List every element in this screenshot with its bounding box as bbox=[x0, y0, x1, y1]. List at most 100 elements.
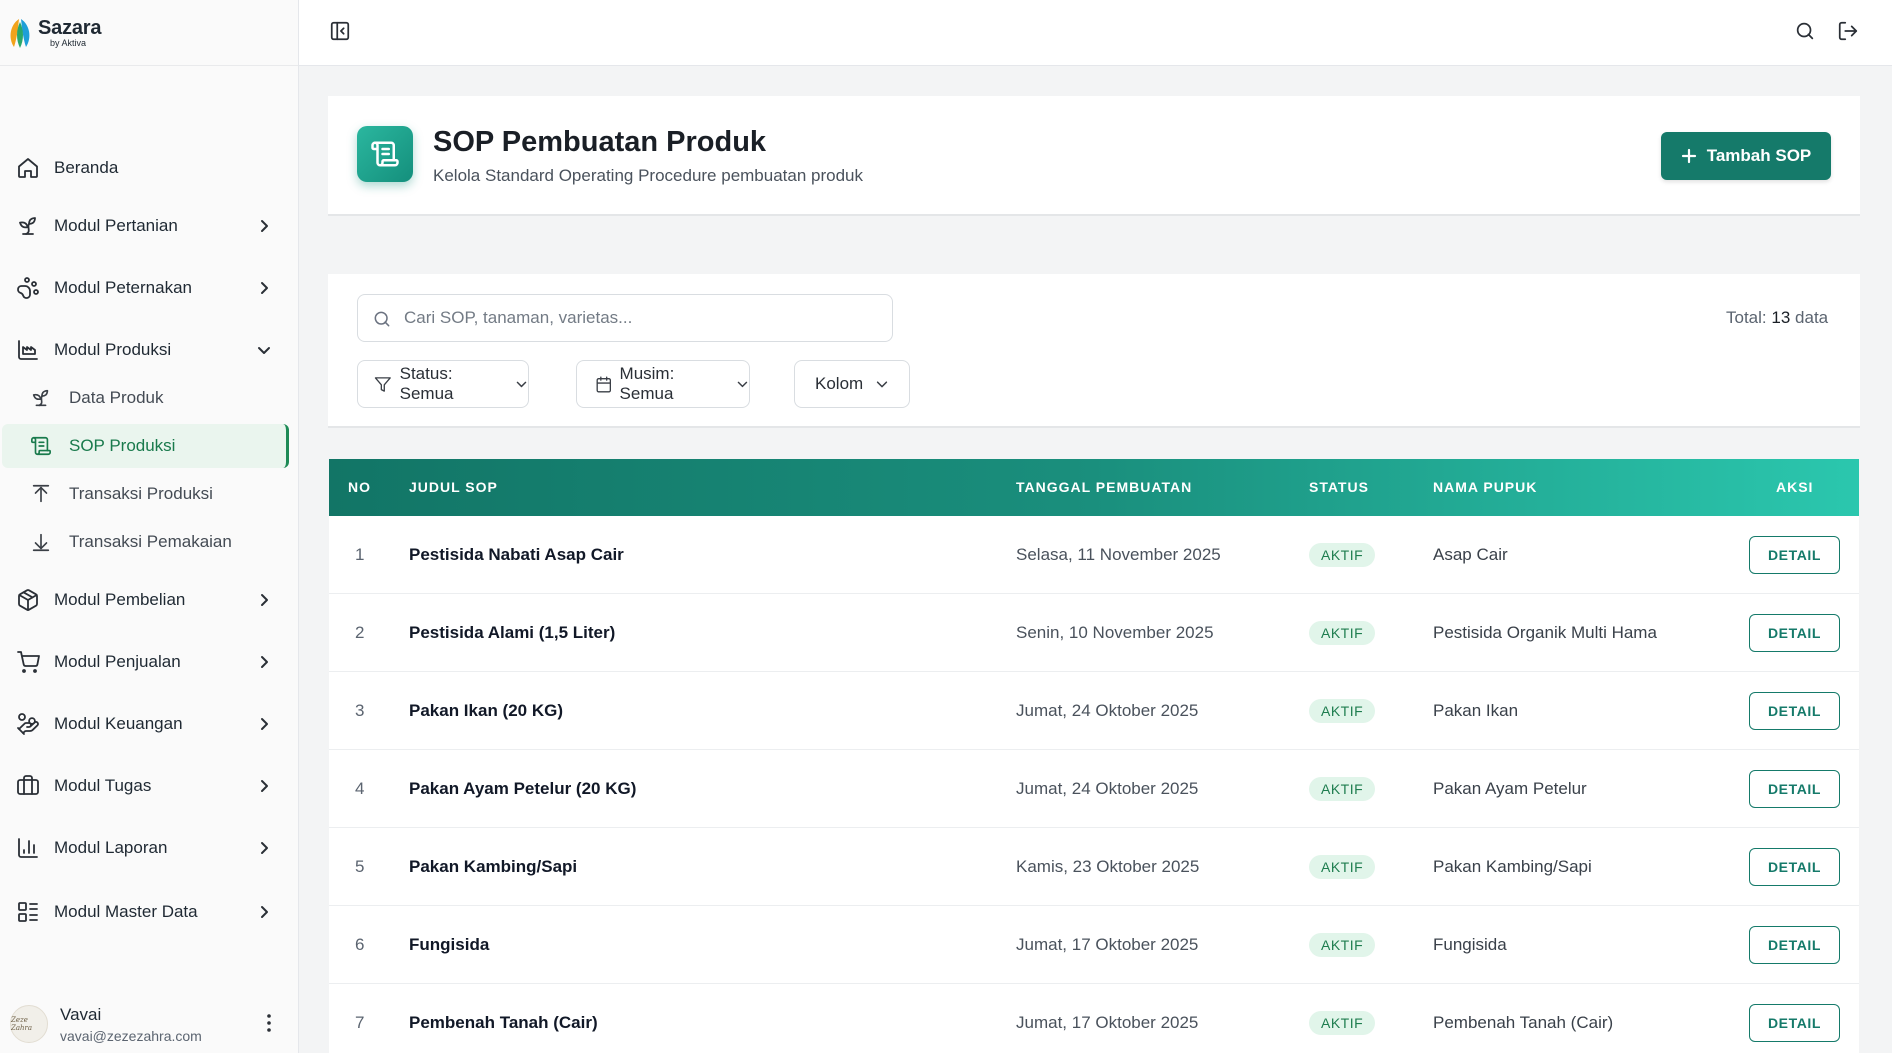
total-number: 13 bbox=[1771, 308, 1791, 327]
sprout-icon bbox=[16, 214, 40, 238]
table-row: 3 Pakan Ikan (20 KG) Jumat, 24 Oktober 2… bbox=[329, 672, 1859, 750]
plus-icon bbox=[1681, 148, 1696, 164]
row-no: 6 bbox=[355, 935, 365, 954]
table-row: 5 Pakan Kambing/Sapi Kamis, 23 Oktober 2… bbox=[329, 828, 1859, 906]
row-pupuk: Pakan Kambing/Sapi bbox=[1433, 857, 1592, 876]
detail-button[interactable]: DETAIL bbox=[1749, 536, 1840, 574]
sidebar-item-keuangan[interactable]: Modul Keuangan bbox=[0, 700, 290, 748]
col-no: NO bbox=[348, 479, 371, 495]
user-name: Vavai bbox=[60, 1005, 102, 1024]
sidebar-item-label: Modul Produksi bbox=[54, 340, 172, 359]
row-title: Pakan Ikan (20 KG) bbox=[409, 701, 564, 720]
chevron-right-icon bbox=[256, 280, 272, 296]
sidebar-item-pembelian[interactable]: Modul Pembelian bbox=[0, 576, 290, 624]
chevron-right-icon bbox=[256, 778, 272, 794]
sidebar-item-beranda[interactable]: Beranda bbox=[0, 144, 290, 192]
sidebar-item-label: Modul Laporan bbox=[54, 838, 168, 857]
sidebar-item-label: Beranda bbox=[54, 158, 119, 177]
sidebar-subitem-transaksi-produksi[interactable]: Transaksi Produksi bbox=[0, 472, 290, 516]
sidebar-item-pertanian[interactable]: Modul Pertanian bbox=[0, 202, 290, 250]
chevron-right-icon bbox=[256, 654, 272, 670]
col-nama-pupuk: NAMA PUPUK bbox=[1433, 479, 1538, 495]
sidebar-item-peternakan[interactable]: Modul Peternakan bbox=[0, 264, 290, 312]
table-header: NO JUDUL SOP TANGGAL PEMBUATAN STATUS NA… bbox=[329, 459, 1859, 516]
status-badge: AKTIF bbox=[1309, 543, 1376, 567]
status-badge: AKTIF bbox=[1309, 699, 1376, 723]
table-row: 1 Pestisida Nabati Asap Cair Selasa, 11 … bbox=[329, 516, 1859, 594]
sidebar-subitem-transaksi-pemakaian[interactable]: Transaksi Pemakaian bbox=[0, 520, 290, 564]
total-suffix: data bbox=[1795, 308, 1829, 327]
sidebar-subitem-data-produk[interactable]: Data Produk bbox=[0, 376, 290, 420]
chevron-right-icon bbox=[256, 218, 272, 234]
sidebar-subitem-label: SOP Produksi bbox=[69, 436, 176, 455]
page-subtitle: Kelola Standard Operating Procedure pemb… bbox=[433, 166, 864, 185]
row-date: Jumat, 17 Oktober 2025 bbox=[1016, 1013, 1199, 1032]
topbar bbox=[299, 0, 1892, 66]
search-field[interactable] bbox=[357, 294, 893, 342]
upload-icon bbox=[30, 483, 52, 505]
detail-button[interactable]: DETAIL bbox=[1749, 614, 1840, 652]
sidebar-toggle-button[interactable] bbox=[327, 18, 353, 44]
scroll-icon bbox=[371, 141, 399, 167]
search-button[interactable] bbox=[1792, 18, 1818, 44]
sidebar-subitem-label: Transaksi Pemakaian bbox=[69, 532, 232, 551]
row-no: 2 bbox=[355, 623, 365, 642]
briefcase-icon bbox=[16, 774, 40, 798]
sidebar-item-label: Modul Keuangan bbox=[54, 714, 183, 733]
status-badge: AKTIF bbox=[1309, 855, 1376, 879]
detail-button[interactable]: DETAIL bbox=[1749, 1004, 1840, 1042]
col-aksi: AKSI bbox=[1776, 479, 1814, 495]
search-input[interactable] bbox=[404, 295, 884, 341]
panel-left-close-icon bbox=[330, 21, 350, 41]
status-badge: AKTIF bbox=[1309, 777, 1376, 801]
total-count: Total: 13 data bbox=[1726, 308, 1828, 328]
total-prefix: Total: bbox=[1726, 308, 1767, 327]
detail-button[interactable]: DETAIL bbox=[1749, 926, 1840, 964]
row-pupuk: Pakan Ayam Petelur bbox=[1433, 779, 1587, 798]
user-email: vavai@zezezahra.com bbox=[60, 1028, 202, 1044]
row-title: Pestisida Nabati Asap Cair bbox=[409, 545, 624, 564]
more-vertical-icon[interactable] bbox=[262, 1011, 276, 1035]
column-toggle-dropdown[interactable]: Kolom bbox=[794, 360, 910, 408]
brand[interactable]: Sazara by Aktiva bbox=[0, 0, 298, 66]
sidebar-subitem-sop-produksi[interactable]: SOP Produksi bbox=[2, 424, 289, 468]
status-filter-dropdown[interactable]: Status: Semua bbox=[357, 360, 529, 408]
row-title: Pakan Ayam Petelur (20 KG) bbox=[409, 779, 637, 798]
user-profile[interactable]: Zeze Zahra Vavai vavai@zezezahra.com bbox=[0, 993, 298, 1053]
page-title: SOP Pembuatan Produk bbox=[433, 126, 767, 158]
sprout-icon bbox=[30, 387, 52, 409]
sidebar-item-label: Modul Penjualan bbox=[54, 652, 181, 671]
col-tanggal: TANGGAL PEMBUATAN bbox=[1016, 479, 1193, 495]
sidebar-item-laporan[interactable]: Modul Laporan bbox=[0, 824, 290, 872]
sidebar-item-penjualan[interactable]: Modul Penjualan bbox=[0, 638, 290, 686]
download-icon bbox=[30, 531, 52, 553]
row-pupuk: Pembenah Tanah (Cair) bbox=[1433, 1013, 1614, 1032]
add-sop-button[interactable]: Tambah SOP bbox=[1661, 132, 1831, 180]
sidebar-item-master-data[interactable]: Modul Master Data bbox=[0, 888, 290, 936]
row-pupuk: Fungisida bbox=[1433, 935, 1507, 954]
col-status: STATUS bbox=[1309, 479, 1369, 495]
row-date: Senin, 10 November 2025 bbox=[1016, 623, 1214, 642]
sidebar-item-label: Modul Tugas bbox=[54, 776, 152, 795]
sidebar-item-produksi[interactable]: Modul Produksi bbox=[0, 326, 290, 374]
brand-name: Sazara bbox=[38, 16, 102, 39]
calendar-icon bbox=[596, 376, 611, 392]
row-date: Kamis, 23 Oktober 2025 bbox=[1016, 857, 1200, 876]
detail-button[interactable]: DETAIL bbox=[1749, 692, 1840, 730]
hand-coins-icon bbox=[16, 712, 40, 736]
status-badge: AKTIF bbox=[1309, 621, 1376, 645]
row-pupuk: Pakan Ikan bbox=[1433, 701, 1519, 720]
row-no: 1 bbox=[355, 545, 365, 564]
chevron-right-icon bbox=[256, 840, 272, 856]
detail-button[interactable]: DETAIL bbox=[1749, 848, 1840, 886]
detail-button[interactable]: DETAIL bbox=[1749, 770, 1840, 808]
sidebar-subitem-label: Data Produk bbox=[69, 388, 164, 407]
musim-filter-dropdown[interactable]: Musim: Semua bbox=[576, 360, 750, 408]
sidebar-item-tugas[interactable]: Modul Tugas bbox=[0, 762, 290, 810]
column-toggle-label: Kolom bbox=[815, 374, 864, 393]
table-row: 6 Fungisida Jumat, 17 Oktober 2025 AKTIF… bbox=[329, 906, 1859, 984]
logout-button[interactable] bbox=[1835, 18, 1861, 44]
row-title: Fungisida bbox=[409, 935, 490, 954]
sidebar: Sazara by Aktiva Beranda Modul Pertanian… bbox=[0, 0, 299, 1053]
search-icon bbox=[374, 311, 390, 327]
